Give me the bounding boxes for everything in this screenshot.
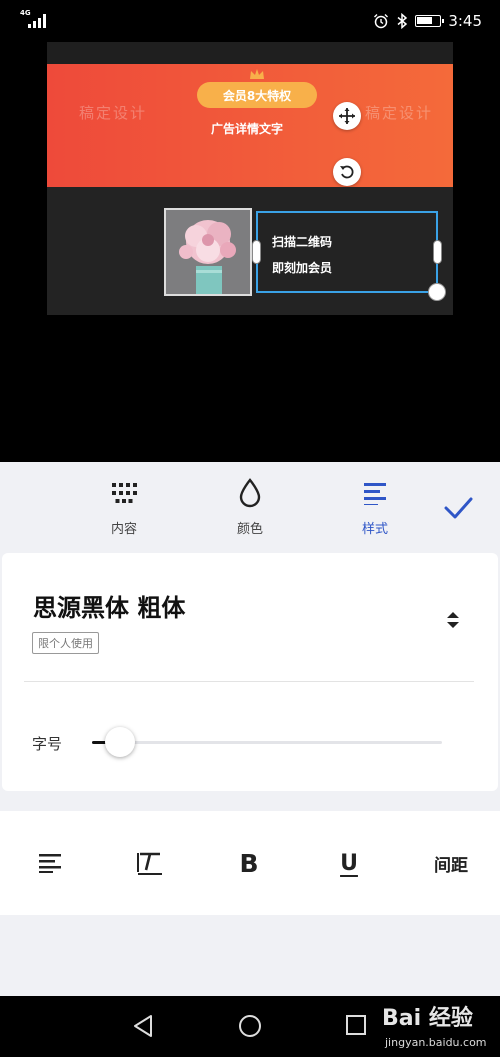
battery-icon (415, 15, 445, 27)
back-icon[interactable] (132, 1014, 154, 1038)
font-picker-icon[interactable] (446, 611, 460, 629)
design-canvas[interactable]: 稿定设计 稿定设计 会员8大特权 广告详情文字 扫描二维码 即刻加会员 (47, 42, 453, 315)
bluetooth-icon (397, 13, 408, 29)
battery-fill (417, 17, 432, 24)
text-line-2[interactable]: 即刻加会员 (272, 259, 332, 276)
underline-button[interactable]: U (326, 811, 372, 915)
italic-button[interactable] (124, 811, 176, 915)
tab-content-label: 内容 (110, 522, 137, 537)
rotate-handle-icon[interactable] (333, 158, 361, 186)
grid-dots-icon (112, 483, 137, 503)
divider (24, 681, 474, 682)
droplet-icon (239, 478, 261, 508)
tab-content[interactable]: 内容 (84, 476, 164, 537)
alarm-icon (374, 14, 389, 29)
align-left-icon (364, 483, 386, 505)
red-banner[interactable]: 稿定设计 稿定设计 会员8大特权 广告详情文字 (47, 64, 453, 187)
selected-text-box[interactable]: 扫描二维码 即刻加会员 (252, 211, 446, 301)
font-settings-card: 思源黑体 粗体 限个人使用 字号 (2, 553, 498, 791)
tab-style-label: 样式 (361, 522, 388, 537)
font-size-slider[interactable] (92, 727, 442, 757)
slider-thumb[interactable] (105, 727, 135, 757)
signal-icon: 4G (20, 10, 46, 28)
confirm-button[interactable] (438, 490, 478, 526)
canvas-top-strip (47, 42, 453, 64)
move-handle-icon[interactable] (333, 102, 361, 130)
align-left-icon (39, 854, 61, 873)
watermark-left: 稿定设计 (79, 104, 148, 122)
font-name[interactable]: 思源黑体 粗体 (33, 588, 185, 623)
ad-detail-text[interactable]: 广告详情文字 (177, 120, 317, 137)
baidu-jingyan-logo: Bai 经验 (382, 1006, 473, 1031)
italic-t-icon (137, 852, 162, 875)
crown-icon (250, 69, 264, 79)
spacing-button[interactable]: 间距 (420, 811, 482, 915)
status-bar: 4G 3:45 (0, 0, 500, 42)
text-line-1[interactable]: 扫描二维码 (272, 233, 332, 250)
watermark-right: 稿定设计 (365, 104, 434, 122)
right-resize-handle[interactable] (433, 240, 442, 264)
baidu-jingyan-url: jingyan.baidu.com (385, 1036, 487, 1049)
checkmark-icon (444, 497, 473, 519)
align-button[interactable] (26, 811, 74, 915)
editor-tabbar: 内容 颜色 样式 (0, 462, 500, 548)
corner-scale-handle[interactable] (428, 283, 446, 301)
style-panel: 内容 颜色 样式 思源黑体 粗体 限个人使用 字号 B U 间距 (0, 462, 500, 996)
text-format-bar: B U 间距 (0, 811, 500, 915)
bold-button[interactable]: B (226, 811, 272, 915)
font-size-label: 字号 (32, 735, 63, 753)
tab-style[interactable]: 样式 (335, 476, 415, 537)
tab-color-label: 颜色 (236, 522, 263, 537)
tab-color[interactable]: 颜色 (210, 476, 290, 537)
left-resize-handle[interactable] (252, 240, 261, 264)
home-icon[interactable] (238, 1014, 262, 1038)
vip-badge[interactable]: 会员8大特权 (197, 82, 317, 108)
flower-photo[interactable] (164, 208, 252, 296)
license-tag: 限个人使用 (32, 632, 99, 654)
recents-icon[interactable] (345, 1014, 367, 1036)
clock: 3:45 (448, 12, 482, 30)
